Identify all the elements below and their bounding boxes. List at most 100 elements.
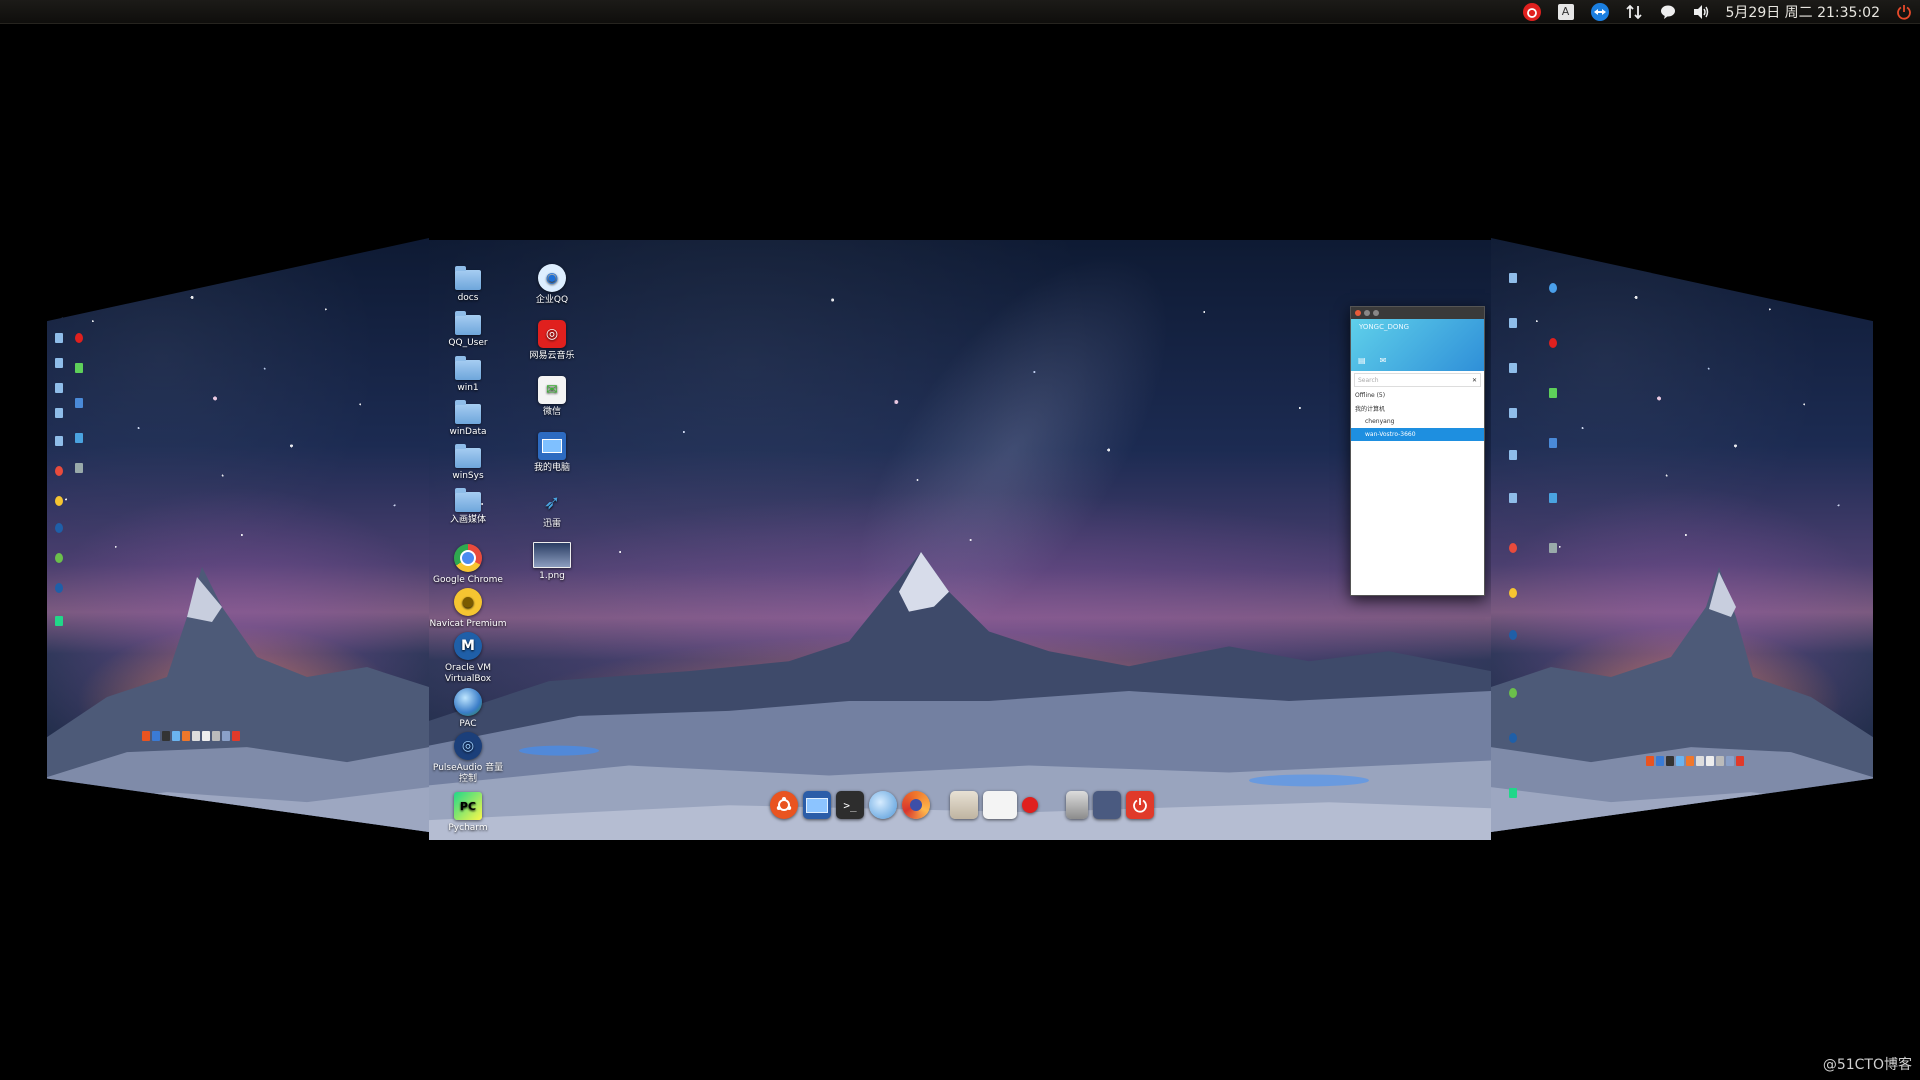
desktop-icon-label: 企业QQ [535, 295, 569, 305]
mini-firefox-icon [182, 731, 190, 741]
teamviewer-icon[interactable] [1590, 2, 1610, 22]
workspace-switcher-icon[interactable] [1093, 791, 1121, 819]
desktop-icon-pycharm[interactable]: PC Pycharm [429, 792, 507, 834]
desktop-icon-label: win1 [457, 383, 479, 393]
desktop-icon-pac[interactable]: PAC [429, 688, 507, 730]
mini-wechat-icon [75, 363, 83, 373]
mini-screenshot-icon [1706, 756, 1714, 766]
netease-music-icon[interactable] [1522, 2, 1542, 22]
chat-window[interactable]: YONGC_DONG ▤ ✉ Search ✕ Offline (5) 我的计算… [1350, 306, 1485, 596]
workspace-right[interactable] [1491, 238, 1873, 832]
chat-search-input[interactable]: Search ✕ [1354, 373, 1481, 387]
mini-folder-icon [55, 408, 63, 418]
ubuntu-icon[interactable] [770, 791, 798, 819]
mini-thunder-icon [1549, 493, 1557, 503]
workspace-center[interactable]: docs QQ_User win1 winData winSys 入画媒体 Go… [429, 240, 1491, 840]
file-manager-icon[interactable] [950, 791, 978, 819]
desktop-icon-virtualbox[interactable]: M Oracle VM VirtualBox [429, 632, 507, 685]
desktop-icon-label: PulseAudio 音量控制 [432, 763, 504, 784]
folder-icon [455, 488, 481, 512]
desktop-icon-win1[interactable]: win1 [429, 356, 507, 394]
contact-item-selected[interactable]: wan-Vostro-3660 [1351, 428, 1484, 441]
volume-icon[interactable] [1692, 2, 1712, 22]
mini-navicat-icon [55, 496, 63, 506]
mini-cloud-icon [172, 731, 180, 741]
desktop-icon-netease[interactable]: ◎ 网易云音乐 [513, 320, 591, 362]
mini-terminal-icon [162, 731, 170, 741]
mini-pycharm-icon [1509, 788, 1517, 798]
desktop-icon-docs[interactable]: docs [429, 266, 507, 304]
search-placeholder: Search [1358, 376, 1379, 384]
desktop-icon-media[interactable]: 入画媒体 [429, 488, 507, 526]
desktop-icon-navicat[interactable]: ● Navicat Premium [429, 588, 507, 630]
desktop-icon-label: winData [449, 427, 487, 437]
chat-icon[interactable] [1658, 2, 1678, 22]
mini-ubuntu-icon [1646, 756, 1654, 766]
desktop-icon-chrome[interactable]: Google Chrome [429, 544, 507, 586]
desktop-icon-qq[interactable]: ◉ 企业QQ [513, 264, 591, 306]
chat-titlebar[interactable] [1351, 307, 1484, 319]
mini-terminal-icon [1666, 756, 1674, 766]
mini-ubuntu-icon [142, 731, 150, 741]
contact-item-chenyang[interactable]: chenyang [1351, 415, 1484, 428]
maximize-icon[interactable] [1373, 310, 1379, 316]
desktop-icon-label: 入画媒体 [449, 515, 486, 525]
mini-thunder-icon [75, 433, 83, 443]
mini-folder-icon [55, 333, 63, 343]
contact-group-my-computers[interactable]: 我的计算机 [1351, 402, 1484, 415]
image-icon [533, 542, 571, 568]
mini-file-manager-icon [1696, 756, 1704, 766]
power-icon[interactable] [1126, 791, 1154, 819]
mini-image-icon [75, 463, 83, 473]
contact-group-offline[interactable]: Offline (5) [1351, 389, 1484, 402]
desktop-icon-winsys[interactable]: winSys [429, 444, 507, 482]
contact-label: Offline (5) [1355, 392, 1386, 399]
computer-icon [538, 432, 566, 460]
chrome-icon [454, 544, 482, 572]
screenshot-icon[interactable] [983, 791, 1017, 819]
clock[interactable]: 5月29日 周二 21:35:02 [1726, 2, 1881, 22]
wallpaper-mountains [1491, 566, 1873, 832]
desktop-icon-label: 网易云音乐 [529, 351, 575, 361]
firefox-icon[interactable] [902, 791, 930, 819]
netease-music-icon[interactable] [1022, 797, 1038, 813]
desktop-icon-wechat[interactable]: ✉ 微信 [513, 376, 591, 418]
input-method-icon[interactable]: A [1556, 2, 1576, 22]
desktop-icon-image[interactable]: 1.png [513, 542, 591, 582]
desktop-icon-label: Pycharm [448, 823, 488, 833]
monitor-icon[interactable] [803, 791, 831, 819]
contacts-icon[interactable]: ▤ [1358, 356, 1366, 365]
mini-pycharm-icon [55, 616, 63, 626]
desktop-icon-thunder[interactable]: ➶ 迅雷 [513, 488, 591, 530]
folder-icon [455, 444, 481, 468]
power-icon[interactable] [1894, 2, 1914, 22]
mini-firefox-icon [1686, 756, 1694, 766]
trash-icon[interactable] [1066, 791, 1088, 819]
cloud-icon[interactable] [869, 791, 897, 819]
desktop-icon-pulseaudio[interactable]: ◎ PulseAudio 音量控制 [429, 732, 507, 785]
thunder-icon: ➶ [543, 489, 561, 514]
terminal-icon[interactable]: >_ [836, 791, 864, 819]
desktop-icon-label: Google Chrome [433, 575, 503, 585]
dock: >_ [770, 788, 1154, 822]
network-icon[interactable] [1624, 2, 1644, 22]
mini-virtualbox-icon [1509, 630, 1517, 640]
clear-search-icon[interactable]: ✕ [1472, 377, 1477, 384]
minimize-icon[interactable] [1364, 310, 1370, 316]
close-icon[interactable] [1355, 310, 1361, 316]
workspace-left[interactable] [47, 238, 429, 832]
desktop-icon-label: PAC [459, 719, 477, 729]
message-icon[interactable]: ✉ [1380, 356, 1387, 365]
mini-dock-left [142, 731, 240, 741]
mini-netease-icon [1549, 338, 1557, 348]
folder-icon [455, 266, 481, 290]
mini-pac-icon [1509, 688, 1517, 698]
desktop-icon-label: QQ_User [448, 338, 488, 348]
mini-qq-icon [75, 303, 83, 313]
desktop-icon-qq-user[interactable]: QQ_User [429, 311, 507, 349]
mini-folder-icon [55, 308, 63, 318]
mini-folder-icon [1509, 408, 1517, 418]
mini-virtualbox-icon [55, 523, 63, 533]
desktop-icon-windata[interactable]: winData [429, 400, 507, 438]
desktop-icon-computer[interactable]: 我的电脑 [513, 432, 591, 474]
